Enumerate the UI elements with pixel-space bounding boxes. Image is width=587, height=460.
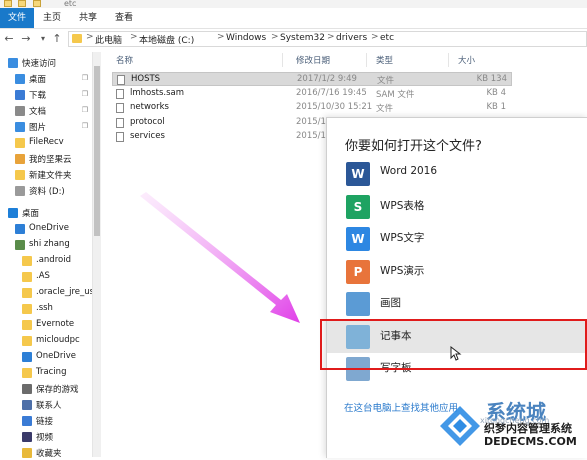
app-label: WPS演示 xyxy=(380,264,425,277)
app-option[interactable]: P WPS演示 xyxy=(327,256,587,288)
app-option[interactable]: W WPS文字 xyxy=(327,223,587,255)
app-glyph: W xyxy=(351,167,365,181)
arrow-shape xyxy=(140,192,300,323)
app-glyph: P xyxy=(353,264,363,279)
mouse-pointer-icon xyxy=(450,346,462,361)
wps-spreadsheet-icon: S xyxy=(346,194,370,219)
app-label: WPS文字 xyxy=(380,232,425,244)
app-glyph xyxy=(346,292,370,316)
wps-writer-icon: W xyxy=(346,227,370,251)
app-option[interactable]: S WPS表格 xyxy=(327,191,587,223)
dialog-title: 你要如何打开这个文件? xyxy=(345,139,482,154)
app-label: 画图 xyxy=(380,297,401,309)
wps-presentation-icon: P xyxy=(346,259,370,284)
app-option[interactable]: W Word 2016 xyxy=(327,158,587,190)
app-label: WPS表格 xyxy=(380,199,425,212)
watermark: 系统城 织梦内容管理系统 DEDECMS.COM xyxy=(426,396,587,457)
watermark-line2: DEDECMS.COM xyxy=(484,435,577,448)
watermark-logo-icon xyxy=(440,406,480,446)
paint-icon xyxy=(346,292,370,316)
annotation-highlight-box xyxy=(320,319,587,370)
app-glyph: S xyxy=(353,199,363,214)
app-label: Word 2016 xyxy=(380,165,438,177)
app-glyph: W xyxy=(351,232,365,246)
app-option[interactable]: 画图 xyxy=(327,288,587,320)
word-icon: W xyxy=(346,162,370,186)
watermark-url: xitongcheng.com xyxy=(480,416,550,425)
